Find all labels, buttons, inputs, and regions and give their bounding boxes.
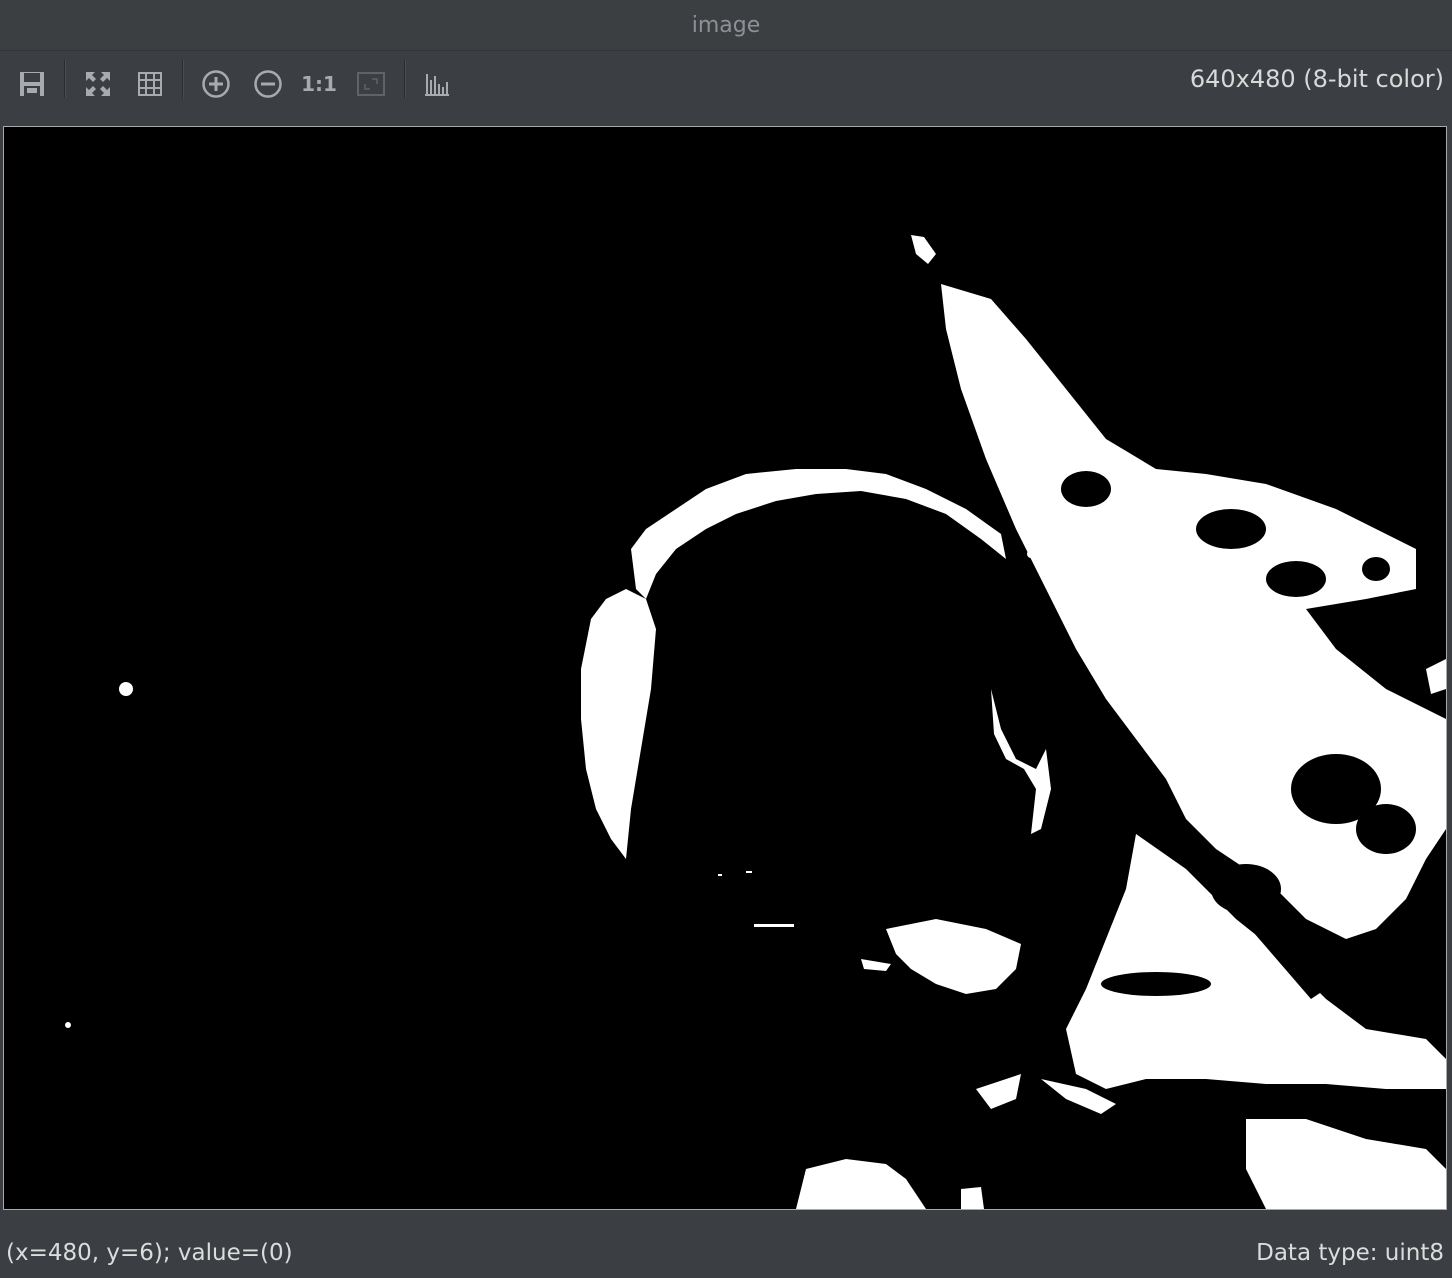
fit-window-icon bbox=[86, 72, 110, 96]
status-bar: (x=480, y=6); value=(0) Data type: uint8 bbox=[0, 1212, 1452, 1278]
toolbar-separator bbox=[64, 60, 65, 98]
zoom-rect-icon bbox=[357, 72, 385, 96]
pixel-grid-button[interactable] bbox=[128, 62, 172, 106]
actual-size-icon: 1:1 bbox=[301, 72, 337, 96]
actual-size-button[interactable]: 1:1 bbox=[297, 62, 341, 106]
toolbar: 1:1 640x480 (8-bit color) bbox=[0, 51, 1452, 125]
window-title: image bbox=[691, 12, 761, 38]
toolbar-separator bbox=[182, 60, 183, 98]
save-icon bbox=[20, 72, 44, 96]
toolbar-separator bbox=[404, 60, 405, 98]
zoom-out-icon bbox=[254, 70, 282, 98]
binary-image bbox=[6, 129, 1446, 1209]
save-button[interactable] bbox=[10, 62, 54, 106]
histogram-button[interactable] bbox=[415, 62, 459, 106]
histogram-icon bbox=[425, 74, 449, 96]
pixel-readout: (x=480, y=6); value=(0) bbox=[6, 1240, 293, 1266]
zoom-in-icon bbox=[202, 70, 230, 98]
window-titlebar: image bbox=[0, 0, 1452, 51]
data-type-label: Data type: uint8 bbox=[1256, 1240, 1444, 1266]
zoom-in-button[interactable] bbox=[194, 62, 238, 106]
fit-window-button[interactable] bbox=[76, 62, 120, 106]
image-info: 640x480 (8-bit color) bbox=[1189, 65, 1444, 93]
zoom-to-region-button[interactable] bbox=[349, 62, 393, 106]
zoom-out-button[interactable] bbox=[246, 62, 290, 106]
image-canvas[interactable] bbox=[3, 126, 1447, 1210]
grid-icon bbox=[138, 72, 162, 96]
